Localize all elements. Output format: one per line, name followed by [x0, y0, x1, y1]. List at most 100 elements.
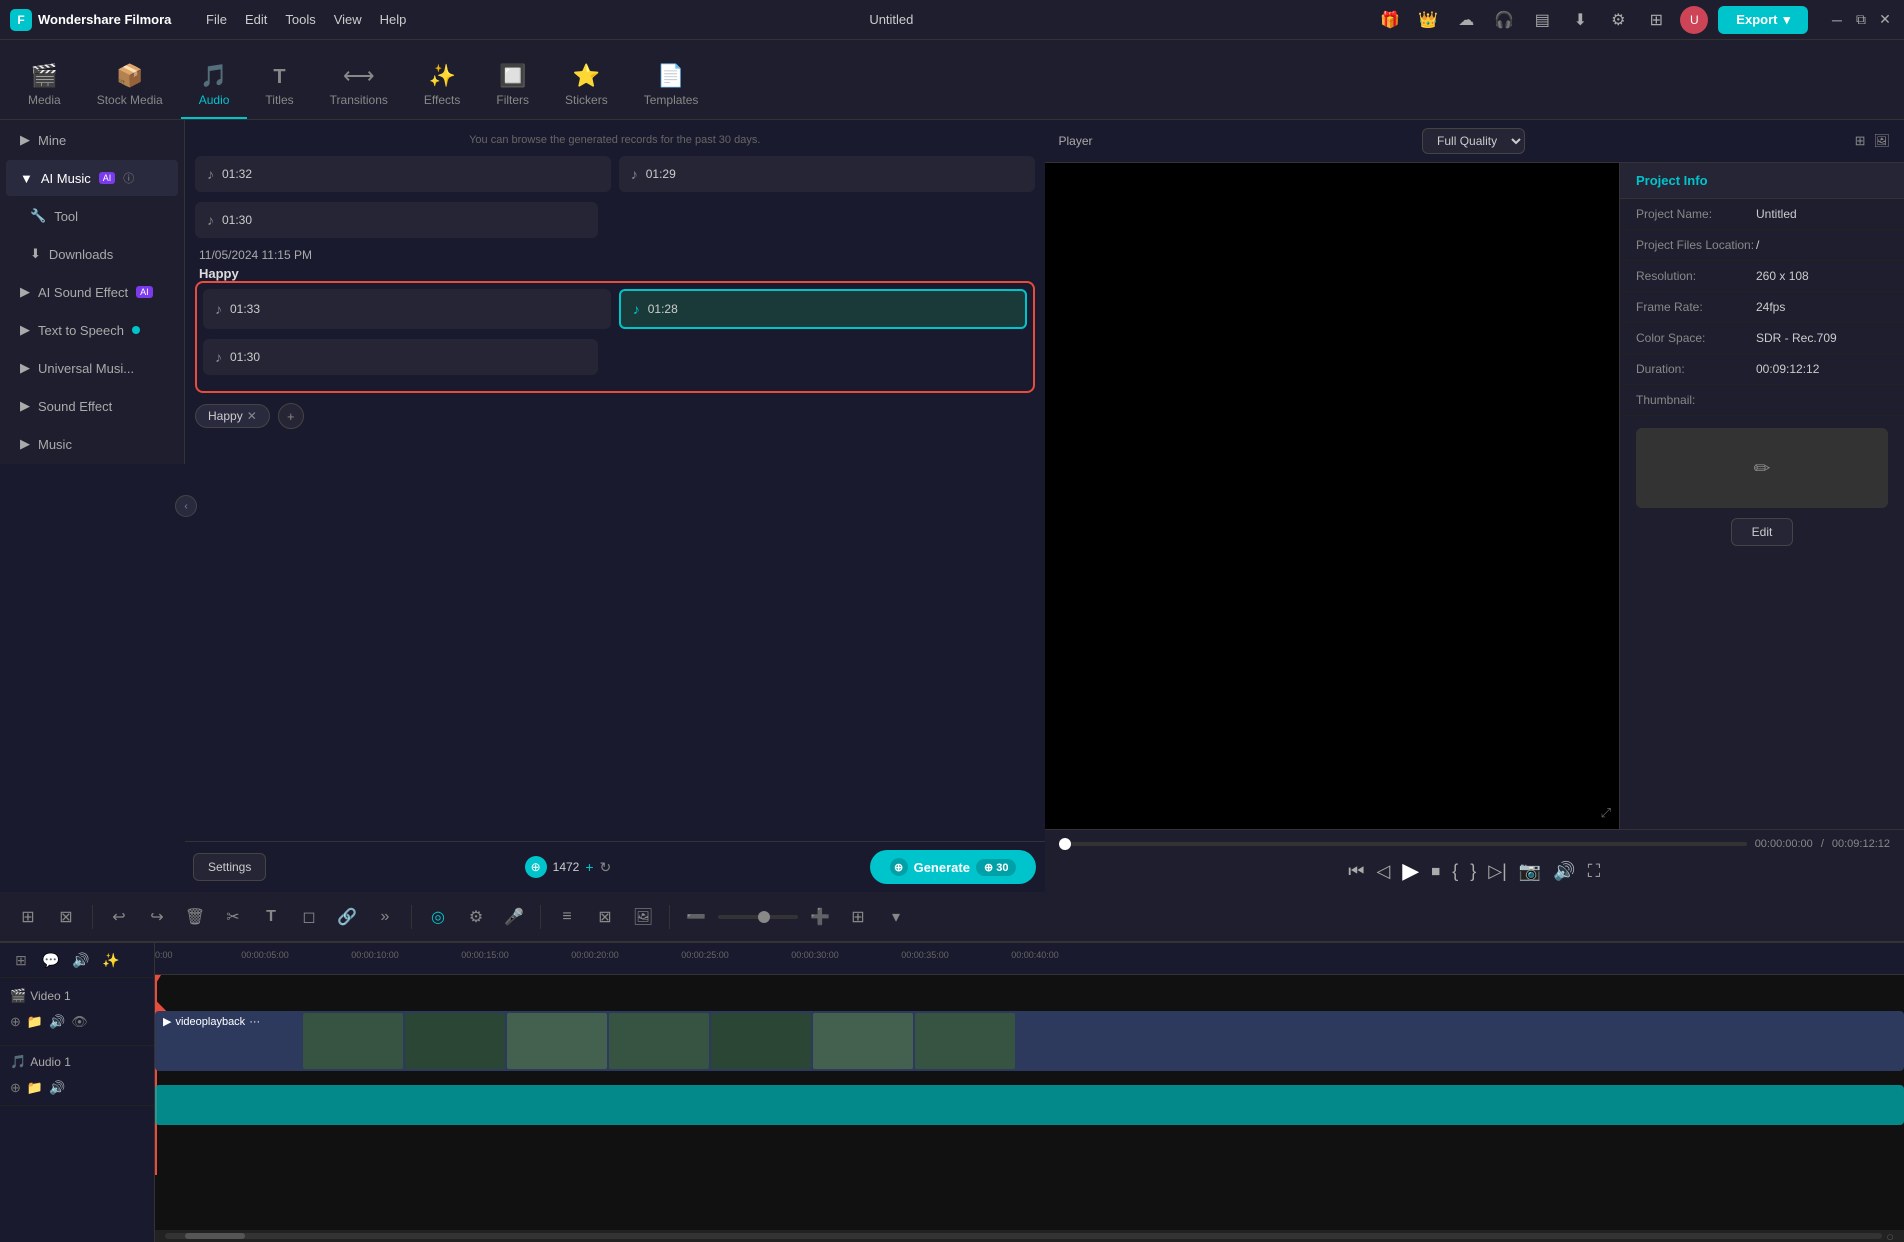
download-icon[interactable]: ⬇	[1566, 6, 1594, 34]
tag-add-button[interactable]: +	[278, 403, 304, 429]
audio-folder-icon[interactable]: 📁	[27, 1080, 43, 1096]
clip-button[interactable]: ▷|	[1488, 861, 1507, 882]
toolbar-undo-btn[interactable]: ↩	[103, 901, 135, 933]
generate-button[interactable]: ⊕ Generate ⊕ 30	[870, 850, 1037, 884]
fullscreen-button[interactable]: ⛶	[1588, 861, 1601, 882]
toolbar-zoom-out-btn[interactable]: ➖	[680, 901, 712, 933]
music-item-2[interactable]: ♪ 01:29	[619, 156, 1035, 192]
image-view-icon[interactable]: 🖼	[1873, 133, 1890, 149]
tl-ai-btn[interactable]: ✨	[98, 947, 124, 973]
settings-button[interactable]: Settings	[193, 853, 266, 881]
sidebar-item-tool[interactable]: 🔧 Tool	[6, 198, 178, 234]
tab-filters[interactable]: 🔲 Filters	[478, 53, 547, 119]
video-volume-icon[interactable]: 🔊	[49, 1014, 65, 1030]
export-button[interactable]: Export ▾	[1718, 6, 1808, 34]
toolbar-audio-btn[interactable]: 🎤	[498, 901, 530, 933]
mark-in-button[interactable]: {	[1452, 861, 1458, 882]
toolbar-expand-btn[interactable]: ▾	[880, 901, 912, 933]
tl-add-video-btn[interactable]: ⊞	[8, 947, 34, 973]
toolbar-link-btn[interactable]: 🔗	[331, 901, 363, 933]
tl-add-audio-btn[interactable]: 🔊	[68, 947, 94, 973]
sidebar-item-music[interactable]: ▶ Music	[6, 426, 178, 462]
layers-icon[interactable]: ▤	[1528, 6, 1556, 34]
toolbar-layout-btn[interactable]: ⊞	[842, 901, 874, 933]
highlight-item-1[interactable]: ♪ 01:33	[203, 289, 611, 329]
audio-track[interactable]	[155, 1085, 1904, 1125]
menu-view[interactable]: View	[334, 12, 362, 27]
toolbar-cut-btn[interactable]: ✂	[217, 901, 249, 933]
toolbar-crop-btn[interactable]: ◻	[293, 901, 325, 933]
happy-tag[interactable]: Happy ✕	[195, 404, 270, 428]
menu-file[interactable]: File	[206, 12, 227, 27]
frame-back-button[interactable]: ◁	[1376, 861, 1390, 882]
tab-media[interactable]: 🎬 Media	[10, 53, 79, 119]
credits-add-icon[interactable]: +	[585, 859, 593, 875]
highlight-item-3[interactable]: ♪ 01:30	[203, 339, 598, 375]
scrollbar-track[interactable]	[165, 1233, 1882, 1239]
cloud-upload-icon[interactable]: ☁	[1452, 6, 1480, 34]
minimize-button[interactable]: ─	[1828, 11, 1846, 29]
grid-view-icon[interactable]: ⊞	[1855, 133, 1866, 149]
toolbar-more-btn[interactable]: »	[369, 901, 401, 933]
stop-button[interactable]: ⏹	[1431, 861, 1440, 882]
toolbar-zoom-in-btn[interactable]: ➕	[804, 901, 836, 933]
zoom-slider[interactable]	[718, 915, 798, 919]
toolbar-settings2-btn[interactable]: ⚙	[460, 901, 492, 933]
crown-icon[interactable]: 👑	[1414, 6, 1442, 34]
menu-edit[interactable]: Edit	[245, 12, 267, 27]
tab-stock-media[interactable]: 📦 Stock Media	[79, 53, 181, 119]
mark-out-button[interactable]: }	[1470, 861, 1476, 882]
tl-add-subtitle-btn[interactable]: 💬	[38, 947, 64, 973]
toolbar-record-btn[interactable]: ◎	[422, 901, 454, 933]
expand-icon[interactable]: ⤢	[1601, 805, 1611, 821]
sidebar-item-ai-music[interactable]: ▼ AI Music AI ⓘ	[6, 160, 178, 196]
quality-select[interactable]: Full Quality	[1422, 128, 1525, 154]
play-button[interactable]: ▶	[1402, 858, 1419, 884]
video-add-icon[interactable]: ⊕	[10, 1014, 21, 1030]
edit-button[interactable]: Edit	[1731, 518, 1794, 546]
sidebar-item-downloads[interactable]: ⬇ Downloads	[6, 236, 178, 272]
sidebar-item-mine[interactable]: ▶ Mine	[6, 122, 178, 158]
sidebar-item-tts[interactable]: ▶ Text to Speech	[6, 312, 178, 348]
video-track[interactable]: ▶ videoplayback ···	[155, 1011, 1904, 1071]
video-eye-icon[interactable]: 👁	[71, 1014, 88, 1030]
toolbar-redo-btn[interactable]: ↪	[141, 901, 173, 933]
time-slider[interactable]	[1059, 842, 1747, 846]
highlight-item-2[interactable]: ♪ 01:28	[619, 289, 1027, 329]
music-item-1[interactable]: ♪ 01:32	[195, 156, 611, 192]
settings-icon[interactable]: ⚙	[1604, 6, 1632, 34]
close-button[interactable]: ✕	[1876, 11, 1894, 29]
menu-tools[interactable]: Tools	[285, 12, 315, 27]
tag-close-icon[interactable]: ✕	[247, 409, 257, 423]
tab-effects[interactable]: ✨ Effects	[406, 53, 478, 119]
gift-icon[interactable]: 🎁	[1376, 6, 1404, 34]
toolbar-subtitle-btn[interactable]: ⊠	[589, 901, 621, 933]
user-avatar[interactable]: U	[1680, 6, 1708, 34]
tab-transitions[interactable]: ⟷ Transitions	[312, 53, 406, 119]
skip-back-button[interactable]: ⏮	[1348, 861, 1364, 882]
sidebar-item-ai-sound-effect[interactable]: ▶ AI Sound Effect AI	[6, 274, 178, 310]
menu-help[interactable]: Help	[380, 12, 407, 27]
tab-titles[interactable]: T Titles	[247, 56, 311, 119]
sidebar-item-sound-effect[interactable]: ▶ Sound Effect	[6, 388, 178, 424]
tab-templates[interactable]: 📄 Templates	[626, 53, 717, 119]
audio-button[interactable]: 🔊	[1553, 861, 1575, 882]
toolbar-split-btn[interactable]: ≡	[551, 901, 583, 933]
tab-stickers[interactable]: ⭐ Stickers	[547, 53, 626, 119]
toolbar-text-btn[interactable]: T	[255, 901, 287, 933]
edit-thumbnail-icon[interactable]: ✏	[1754, 456, 1771, 481]
toolbar-select-btn[interactable]: ⊠	[50, 901, 82, 933]
snapshot-button[interactable]: 📷	[1519, 861, 1541, 882]
headset-icon[interactable]: 🎧	[1490, 6, 1518, 34]
tab-audio[interactable]: 🎵 Audio	[181, 53, 248, 119]
music-item-3[interactable]: ♪ 01:30	[195, 202, 598, 238]
audio-add-icon[interactable]: ⊕	[10, 1080, 21, 1096]
scrollbar-thumb[interactable]	[185, 1233, 245, 1239]
toolbar-delete-btn[interactable]: 🗑	[179, 901, 211, 933]
video-folder-icon[interactable]: 📁	[27, 1014, 43, 1030]
toolbar-grid-btn[interactable]: ⊞	[12, 901, 44, 933]
toolbar-image-btn[interactable]: 🖼	[627, 901, 659, 933]
audio-volume-icon[interactable]: 🔊	[49, 1080, 65, 1096]
restore-button[interactable]: ⧉	[1852, 11, 1870, 29]
refresh-icon[interactable]: ↻	[600, 859, 612, 876]
